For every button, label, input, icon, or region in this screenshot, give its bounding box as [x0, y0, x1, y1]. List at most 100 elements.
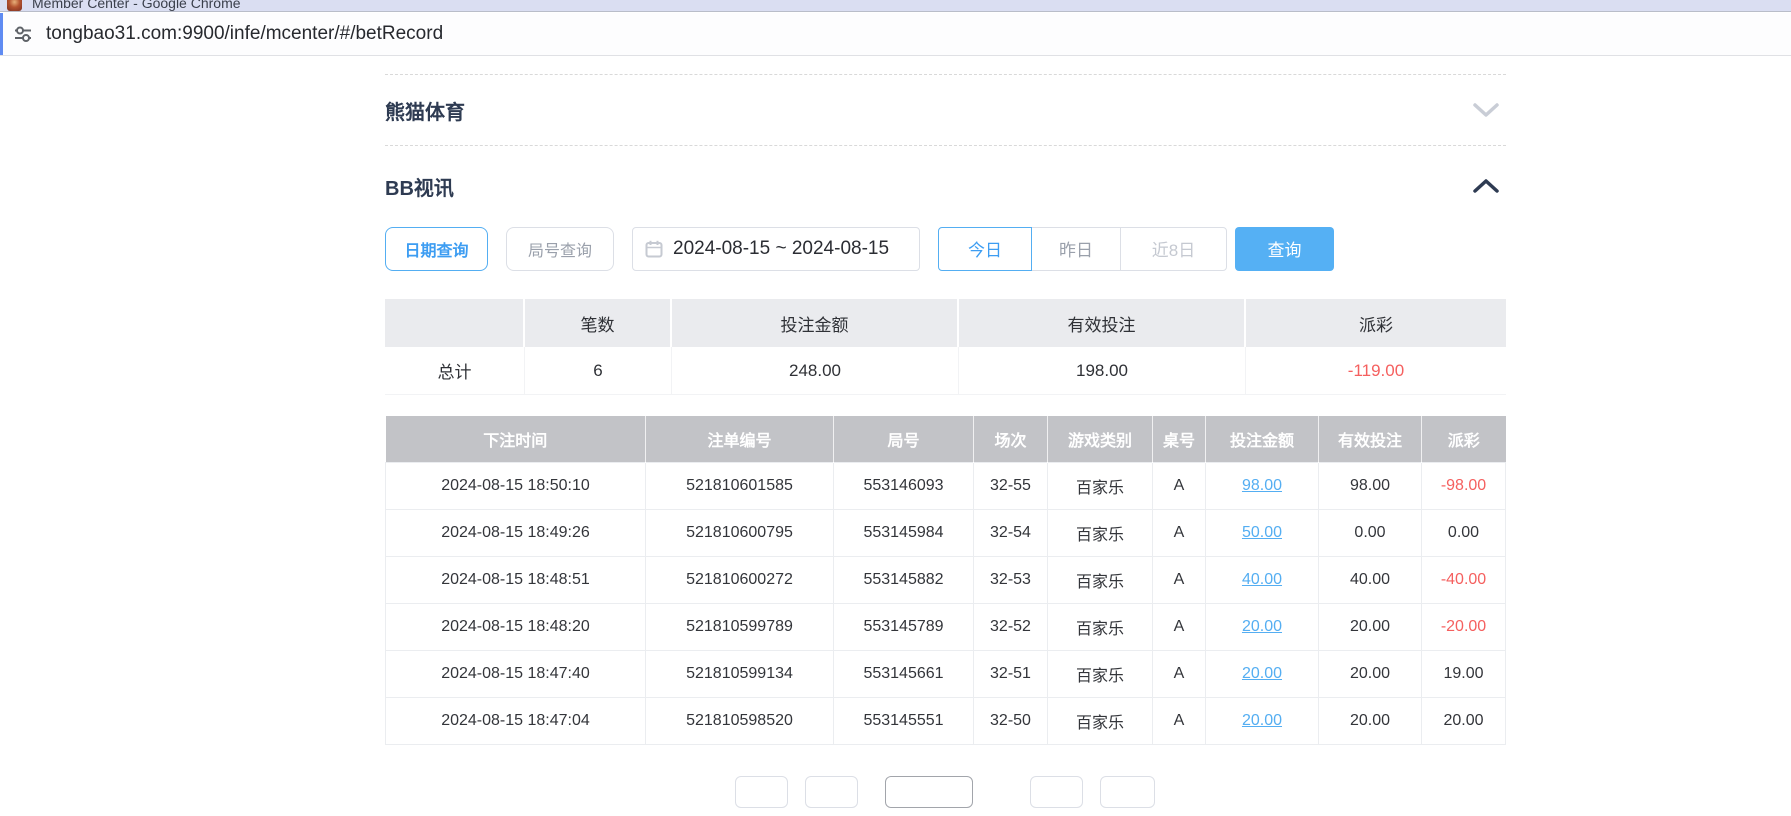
session-cell: 32-55: [974, 462, 1048, 509]
bet-table-header-row: 下注时间 注单编号 局号 场次 游戏类别 桌号 投注金额 有效投注 派彩: [386, 416, 1506, 462]
summary-header-row: 笔数 投注金额 有效投注 派彩: [385, 299, 1506, 347]
bet-number-cell: 521810601585: [646, 462, 834, 509]
table-row: 2024-08-15 18:48:20521810599789553145789…: [386, 603, 1506, 650]
round-number-cell: 553145984: [834, 509, 974, 556]
date-range-value: 2024-08-15 ~ 2024-08-15: [673, 238, 889, 260]
bet-amount-link[interactable]: 50.00: [1242, 524, 1282, 541]
round-number-cell: 553146093: [834, 462, 974, 509]
header-valid-bet: 有效投注: [1319, 416, 1422, 462]
game-type-cell: 百家乐: [1048, 650, 1153, 697]
bet-amount-link[interactable]: 20.00: [1242, 665, 1282, 682]
table-row: 2024-08-15 18:48:51521810600272553145882…: [386, 556, 1506, 603]
summary-payout-value: -119.00: [1246, 347, 1506, 395]
session-cell: 32-50: [974, 697, 1048, 744]
summary-bet-amount-value: 248.00: [672, 347, 959, 395]
bet-amount-cell: 40.00: [1206, 556, 1319, 603]
header-session: 场次: [974, 416, 1048, 462]
bet-time-cell: 2024-08-15 18:49:26: [386, 509, 646, 556]
bet-amount-cell: 20.00: [1206, 650, 1319, 697]
window-title: Member Center - Google Chrome: [32, 0, 241, 11]
summary-total-label: 总计: [385, 347, 525, 395]
table-row: 2024-08-15 18:50:10521810601585553146093…: [386, 462, 1506, 509]
site-favicon: [7, 0, 22, 11]
section-title-bb: BB视讯: [385, 172, 454, 201]
game-type-cell: 百家乐: [1048, 509, 1153, 556]
section-panda-sports[interactable]: 熊猫体育: [385, 75, 1506, 145]
bet-amount-link[interactable]: 40.00: [1242, 571, 1282, 588]
bet-amount-link[interactable]: 98.00: [1242, 477, 1282, 494]
round-query-tab[interactable]: 局号查询: [506, 227, 614, 271]
table-number-cell: A: [1153, 697, 1206, 744]
header-game-type: 游戏类别: [1048, 416, 1153, 462]
summary-header-valid-bet: 有效投注: [959, 299, 1246, 347]
session-cell: 32-53: [974, 556, 1048, 603]
bet-time-cell: 2024-08-15 18:47:40: [386, 650, 646, 697]
bet-amount-cell: 20.00: [1206, 603, 1319, 650]
payout-cell: 19.00: [1422, 650, 1506, 697]
site-settings-button[interactable]: [11, 22, 35, 46]
pagination: [385, 776, 1506, 816]
summary-header-bet-amount: 投注金额: [672, 299, 959, 347]
search-button[interactable]: 查询: [1235, 227, 1334, 271]
bet-time-cell: 2024-08-15 18:50:10: [386, 462, 646, 509]
url-text[interactable]: tongbao31.com:9900/infe/mcenter/#/betRec…: [46, 23, 443, 45]
summary-header-payout: 派彩: [1246, 299, 1506, 347]
valid-bet-cell: 20.00: [1319, 650, 1422, 697]
chevron-down-icon[interactable]: [1472, 102, 1500, 118]
game-type-cell: 百家乐: [1048, 556, 1153, 603]
chevron-up-icon[interactable]: [1472, 178, 1500, 194]
bet-time-cell: 2024-08-15 18:48:20: [386, 603, 646, 650]
table-row: 2024-08-15 18:47:40521810599134553145661…: [386, 650, 1506, 697]
summary-table: 笔数 投注金额 有效投注 派彩 总计 6 248.00 198.00 -119.…: [385, 299, 1506, 395]
bet-amount-link[interactable]: 20.00: [1242, 712, 1282, 729]
payout-cell: -40.00: [1422, 556, 1506, 603]
summary-count-value: 6: [525, 347, 672, 395]
table-number-cell: A: [1153, 603, 1206, 650]
pagination-page-button[interactable]: [805, 776, 858, 808]
tune-icon: [12, 23, 34, 45]
filter-toolbar: 日期查询 局号查询 2024-08-15 ~ 2024-08-15 今日 昨日 …: [385, 226, 1506, 271]
pagination-jump-button[interactable]: [1100, 776, 1155, 808]
header-table-number: 桌号: [1153, 416, 1206, 462]
payout-cell: 0.00: [1422, 509, 1506, 556]
pagination-page-size-select[interactable]: [885, 776, 973, 808]
bet-number-cell: 521810600795: [646, 509, 834, 556]
bet-table-body: 2024-08-15 18:50:10521810601585553146093…: [386, 462, 1506, 744]
bet-number-cell: 521810599134: [646, 650, 834, 697]
valid-bet-cell: 20.00: [1319, 697, 1422, 744]
bet-amount-cell: 50.00: [1206, 509, 1319, 556]
table-row: 2024-08-15 18:47:04521810598520553145551…: [386, 697, 1506, 744]
last-8-days-button[interactable]: 近8日: [1120, 227, 1227, 271]
today-button[interactable]: 今日: [938, 227, 1032, 271]
date-query-tab[interactable]: 日期查询: [385, 227, 488, 271]
bet-number-cell: 521810599789: [646, 603, 834, 650]
session-cell: 32-52: [974, 603, 1048, 650]
pagination-next-button[interactable]: [1030, 776, 1083, 808]
calendar-icon: [645, 240, 663, 258]
section-bb-video[interactable]: BB视讯: [385, 146, 1506, 226]
summary-valid-bet-value: 198.00: [959, 347, 1246, 395]
summary-header-count: 笔数: [525, 299, 672, 347]
address-bar: tongbao31.com:9900/infe/mcenter/#/betRec…: [0, 13, 1791, 56]
date-range-input[interactable]: 2024-08-15 ~ 2024-08-15: [632, 227, 920, 271]
payout-cell: 20.00: [1422, 697, 1506, 744]
header-round-number: 局号: [834, 416, 974, 462]
header-payout: 派彩: [1422, 416, 1506, 462]
pagination-prev-button[interactable]: [735, 776, 788, 808]
table-number-cell: A: [1153, 509, 1206, 556]
table-number-cell: A: [1153, 462, 1206, 509]
round-number-cell: 553145551: [834, 697, 974, 744]
table-number-cell: A: [1153, 650, 1206, 697]
game-type-cell: 百家乐: [1048, 603, 1153, 650]
window-titlebar: Member Center - Google Chrome: [0, 0, 1791, 12]
window-edge-highlight: [0, 13, 3, 55]
header-bet-number: 注单编号: [646, 416, 834, 462]
payout-cell: -20.00: [1422, 603, 1506, 650]
header-bet-time: 下注时间: [386, 416, 646, 462]
summary-total-row: 总计 6 248.00 198.00 -119.00: [385, 347, 1506, 395]
valid-bet-cell: 40.00: [1319, 556, 1422, 603]
session-cell: 32-54: [974, 509, 1048, 556]
bet-amount-cell: 20.00: [1206, 697, 1319, 744]
bet-amount-link[interactable]: 20.00: [1242, 618, 1282, 635]
yesterday-button[interactable]: 昨日: [1031, 227, 1121, 271]
